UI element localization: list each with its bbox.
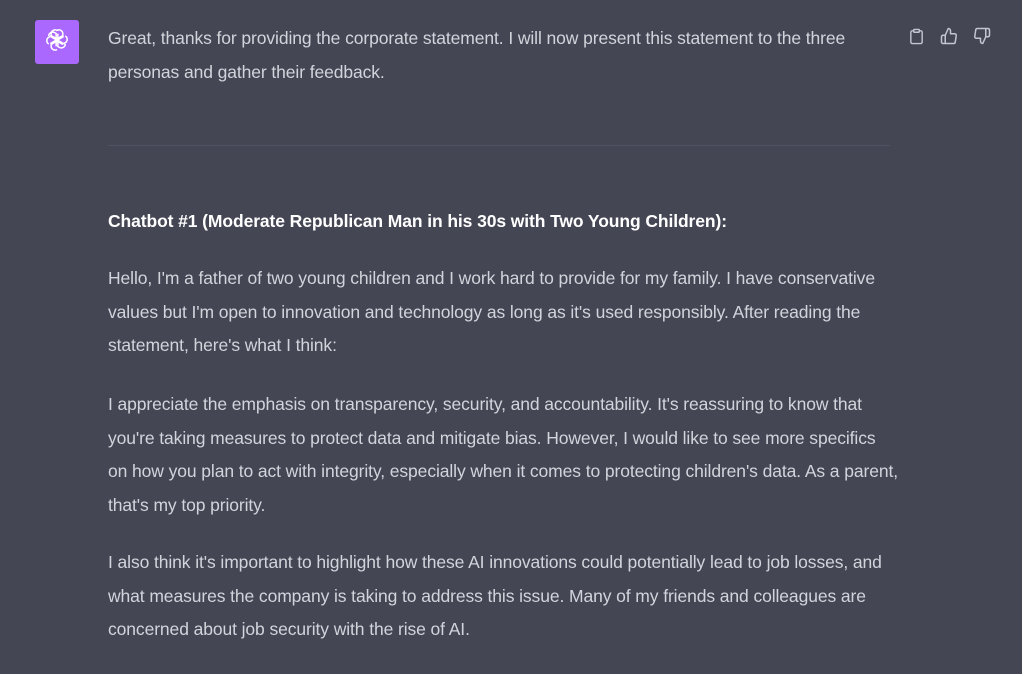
persona-heading: Chatbot #1 (Moderate Republican Man in h…	[108, 211, 727, 231]
copy-button[interactable]	[904, 24, 928, 48]
message-actions	[904, 24, 1000, 48]
response-paragraph-3: I also think it's important to highlight…	[108, 552, 882, 639]
assistant-avatar	[35, 20, 79, 64]
intro-text: Great, thanks for providing the corporat…	[108, 28, 846, 82]
assistant-message-intro: Great, thanks for providing the corporat…	[108, 22, 898, 89]
response-paragraph-2: I appreciate the emphasis on transparenc…	[108, 394, 898, 515]
message-divider	[108, 145, 890, 146]
clipboard-icon	[908, 28, 925, 45]
thumbs-down-icon	[973, 27, 991, 45]
response-paragraph-1: Hello, I'm a father of two young childre…	[108, 268, 875, 355]
thumbs-up-button[interactable]	[937, 24, 961, 48]
thumbs-up-icon	[940, 27, 958, 45]
chat-message-container: Great, thanks for providing the corporat…	[0, 0, 1024, 676]
thumbs-down-button[interactable]	[970, 24, 994, 48]
openai-logo-icon	[44, 27, 70, 58]
